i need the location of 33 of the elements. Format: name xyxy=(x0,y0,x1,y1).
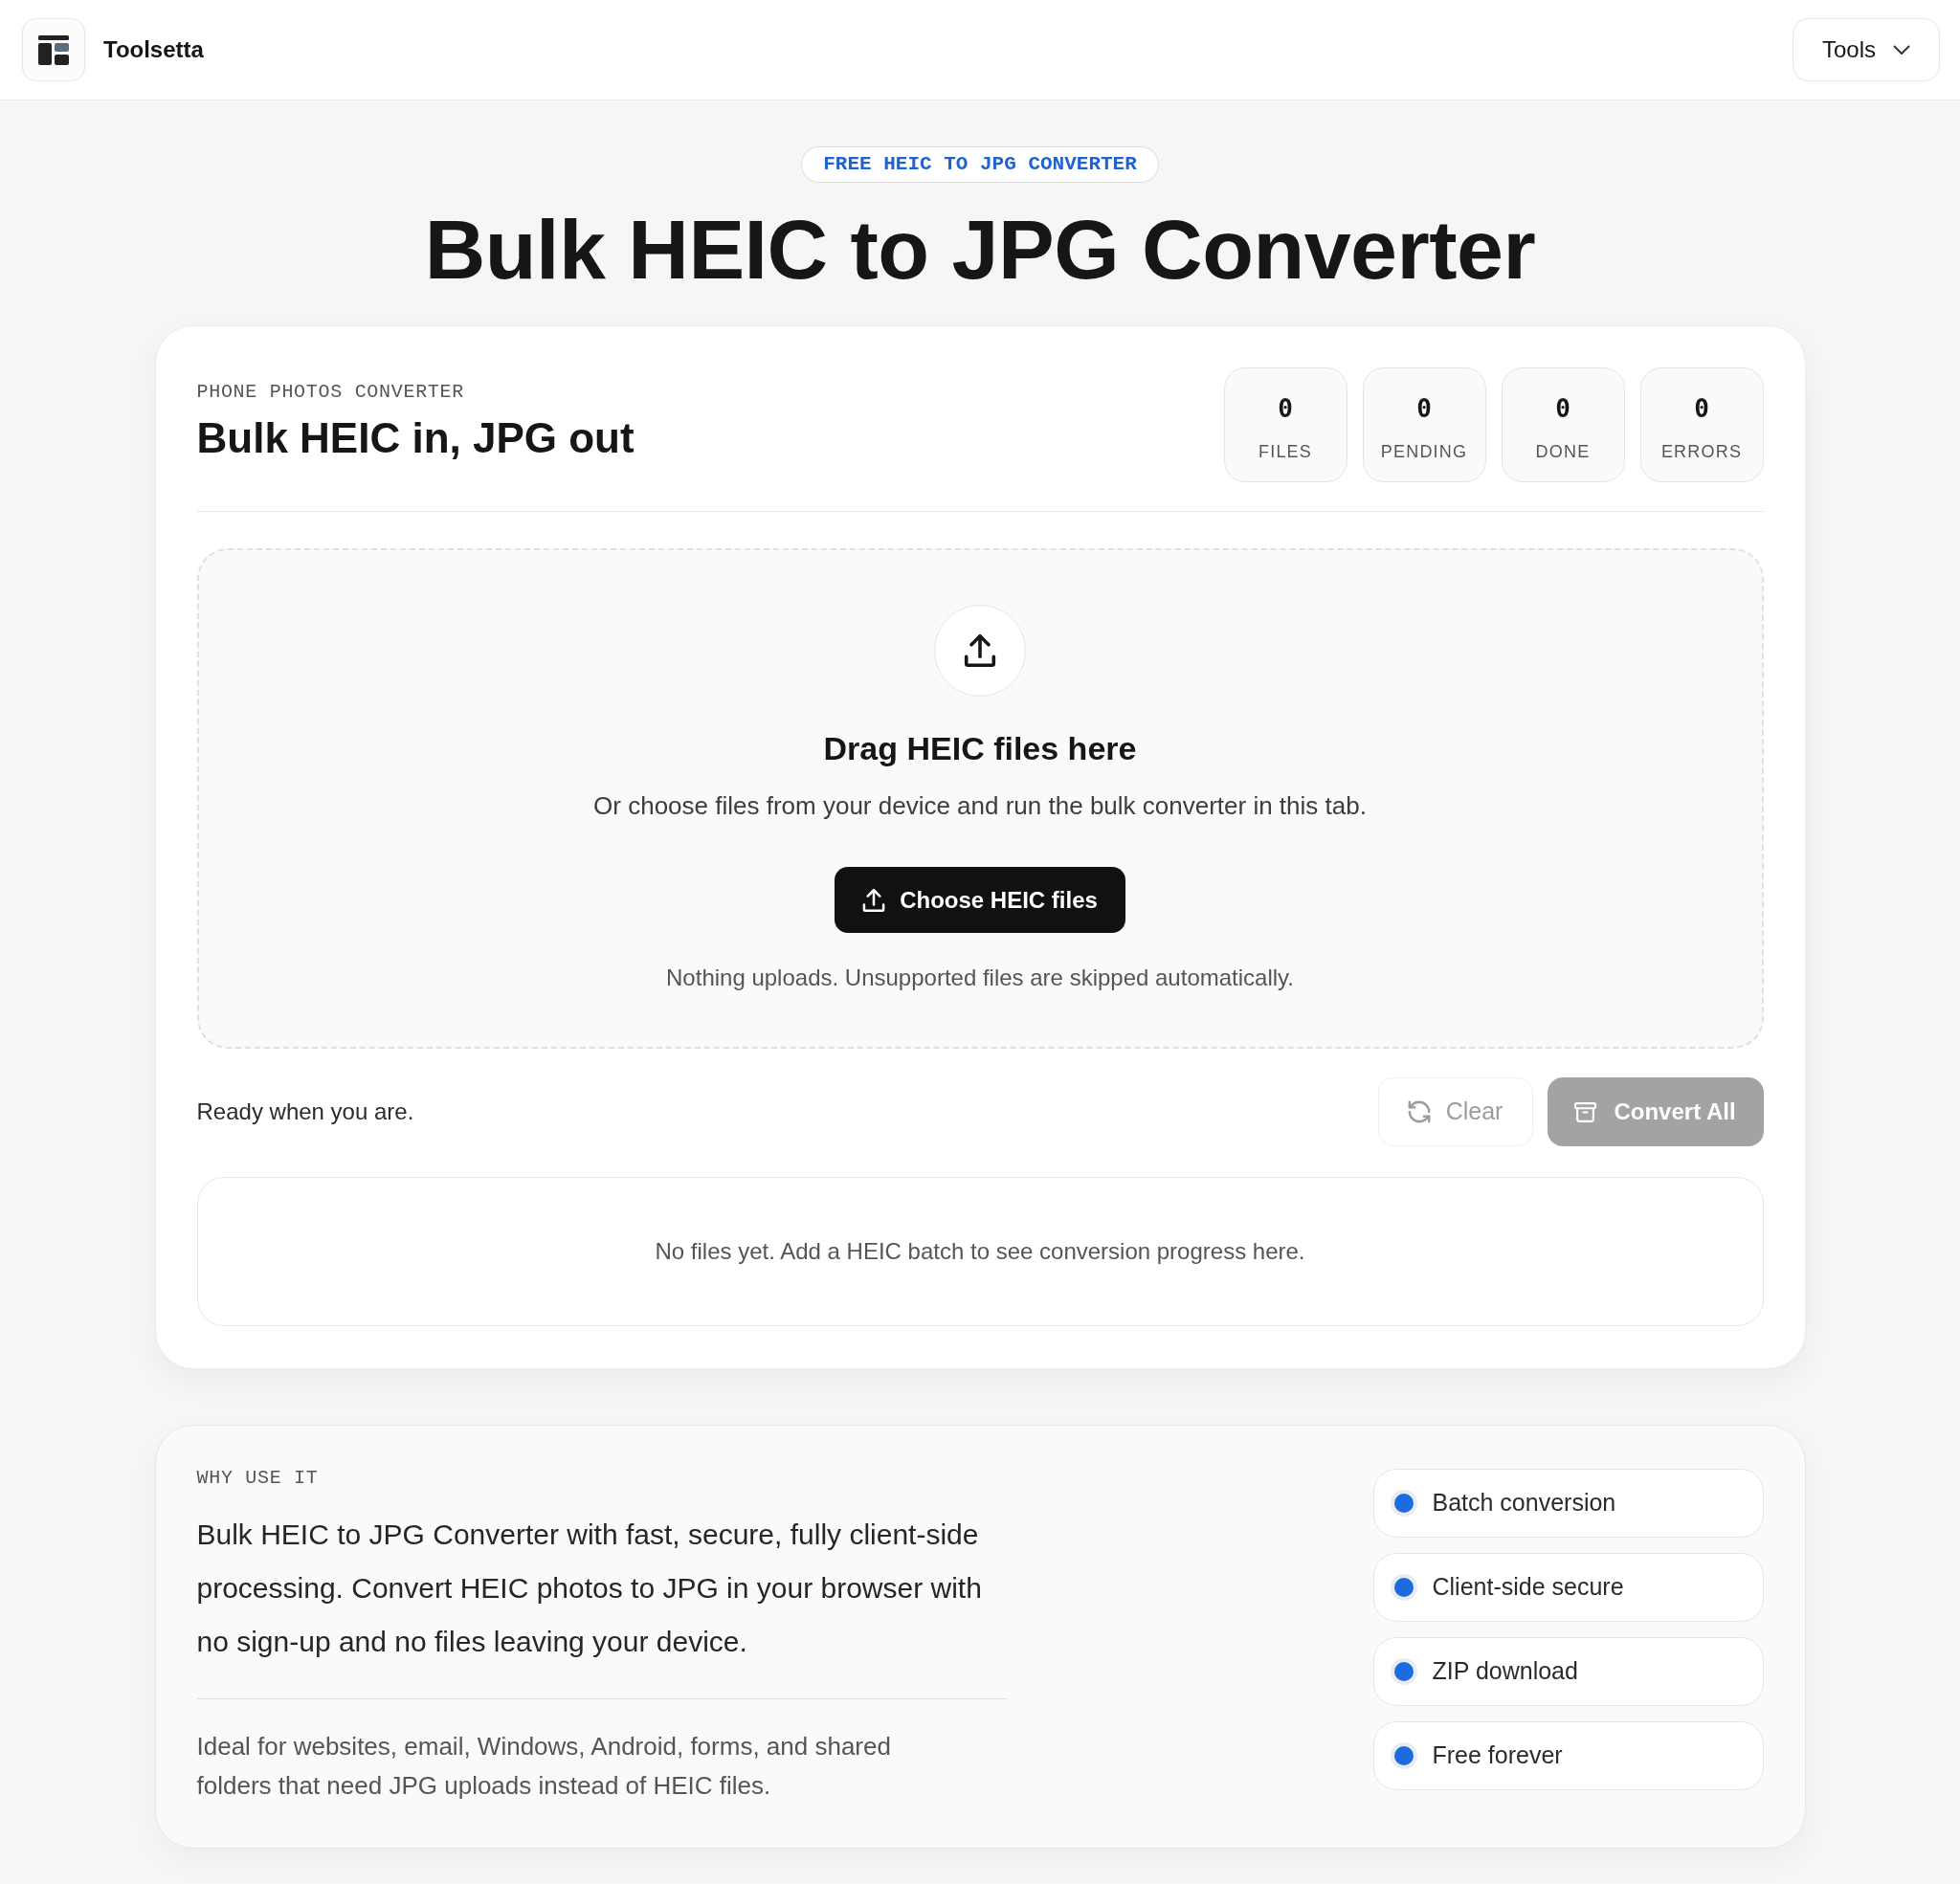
stat-label: PENDING xyxy=(1380,441,1468,462)
upload-icon xyxy=(862,888,886,912)
feature-label: Client-side secure xyxy=(1432,1572,1624,1603)
layout-icon[interactable] xyxy=(22,18,85,81)
dropzone-title: Drag HEIC files here xyxy=(823,729,1137,768)
feature-label: Free forever xyxy=(1432,1740,1563,1771)
stat-value: 0 xyxy=(1694,393,1709,425)
feature-label: ZIP download xyxy=(1432,1656,1578,1687)
brand-name: Toolsetta xyxy=(103,35,204,64)
tools-menu-button[interactable]: Tools xyxy=(1793,18,1940,81)
stat-value: 0 xyxy=(1555,393,1570,425)
stat-value: 0 xyxy=(1416,393,1432,425)
stat-label: FILES xyxy=(1258,441,1312,462)
category-badge: FREE HEIC TO JPG CONVERTER xyxy=(801,146,1159,183)
feature-label: Batch conversion xyxy=(1432,1488,1616,1518)
choose-files-button[interactable]: Choose HEIC files xyxy=(835,867,1125,933)
section-eyebrow: PHONE PHOTOS CONVERTER xyxy=(196,381,465,403)
privacy-note: Nothing uploads. Unsupported files are skipped automatically. xyxy=(666,964,1294,992)
intro-paragraph: Bulk HEIC to JPG Converter with fast, secure, fully client-side processing. Convert HEIC photos to JPG in your browser with no sign-up and no files leaving your device. xyxy=(196,1518,983,1659)
stat-value: 0 xyxy=(1278,393,1293,425)
empty-state-text: No files yet. Add a HEIC batch to see conversion progress here. xyxy=(655,1237,1305,1266)
dropzone-subtitle: Or choose files from your device and run the bulk converter in this tab. xyxy=(593,790,1367,822)
status-message: Ready when you are. xyxy=(196,1097,414,1126)
card-title: Bulk HEIC in, JPG out xyxy=(196,417,635,459)
page-title: Bulk HEIC to JPG Converter xyxy=(424,208,1536,292)
stat-label: ERRORS xyxy=(1660,441,1743,462)
use-cases-text: Ideal for websites, email, Windows, Android, forms, and shared folders that need JPG uploads instead of HEIC files. xyxy=(196,1731,892,1802)
refresh-icon xyxy=(1407,1100,1431,1123)
section-eyebrow: WHY USE IT xyxy=(196,1467,320,1489)
drop-zone[interactable]: Drag HEIC files here Or choose files from your device and run the bulk converter in this tab. Choose HEIC files Nothing uploads. Unsupported files are skipped automatically. xyxy=(196,548,1764,1049)
archive-icon xyxy=(1574,1100,1597,1123)
chevron-down-icon xyxy=(1893,44,1910,55)
stat-label: DONE xyxy=(1535,441,1591,462)
